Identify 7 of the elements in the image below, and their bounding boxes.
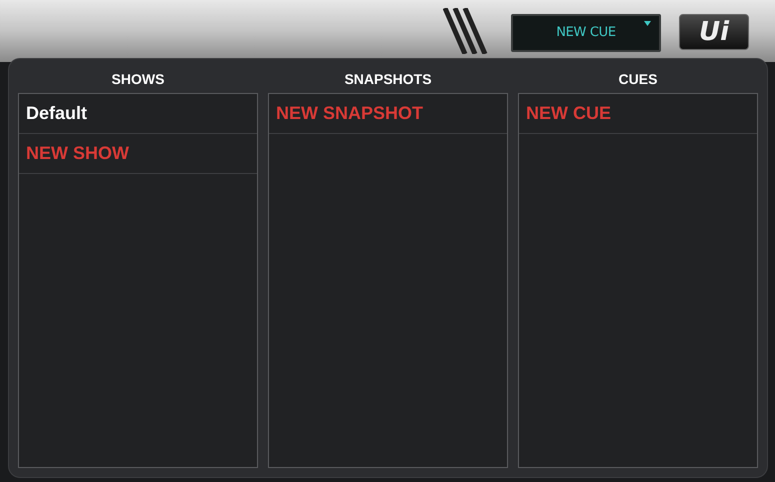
dropdown-arrow-icon [644, 21, 651, 26]
cue-display[interactable]: NEW CUE [511, 14, 661, 52]
column-title: SHOWS [112, 70, 164, 88]
logo-button[interactable]: Ui [679, 14, 749, 50]
list-item[interactable]: Default [19, 94, 257, 134]
column-title: CUES [618, 70, 658, 88]
column-title: SNAPSHOTS [344, 70, 432, 88]
